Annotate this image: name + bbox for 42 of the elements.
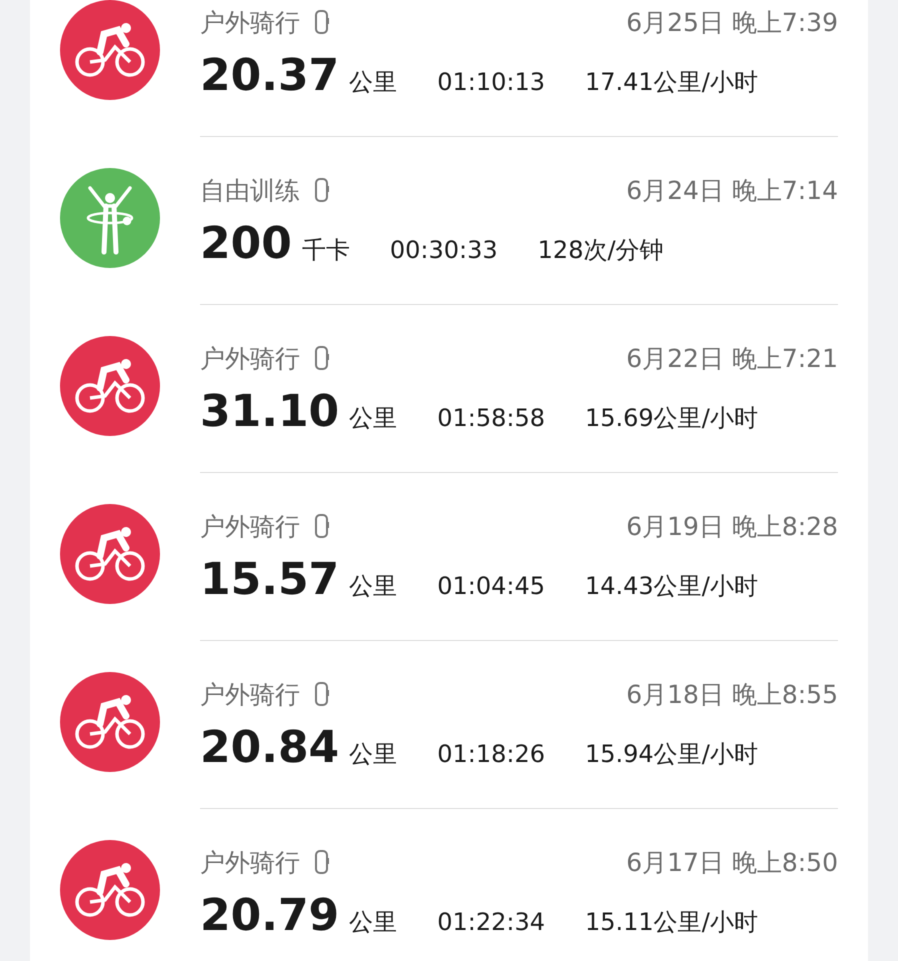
workout-type: 户外骑行 (200, 678, 300, 710)
workout-date: 6月25日 晚上7:39 (626, 6, 838, 38)
workout-type: 户外骑行 (200, 6, 300, 38)
workout-date: 6月24日 晚上7:14 (626, 174, 838, 206)
workout-type: 户外骑行 (200, 510, 300, 542)
workout-value: 200 (200, 218, 292, 269)
workout-duration: 01:22:34 (437, 908, 545, 936)
workout-date: 6月18日 晚上8:55 (626, 678, 838, 710)
workout-duration: 00:30:33 (390, 236, 498, 264)
workout-date: 6月17日 晚上8:50 (626, 846, 838, 878)
workout-rate: 15.69公里/小时 (584, 403, 758, 434)
workout-rate: 14.43公里/小时 (584, 571, 758, 602)
value-unit: 公里 (349, 739, 398, 770)
workout-value: 20.84 (200, 722, 340, 773)
watch-icon (314, 848, 330, 876)
workout-value: 31.10 (200, 386, 340, 437)
workout-rate: 15.94公里/小时 (584, 739, 758, 770)
watch-icon (314, 680, 330, 708)
watch-icon (314, 512, 330, 540)
watch-icon (314, 176, 330, 204)
workout-rate: 15.11公里/小时 (584, 907, 758, 938)
workout-value: 20.79 (200, 890, 340, 941)
workout-value: 20.37 (200, 50, 340, 101)
workout-duration: 01:18:26 (437, 740, 545, 768)
value-unit: 公里 (349, 67, 398, 98)
workout-type: 自由训练 (200, 174, 300, 206)
workout-date: 6月22日 晚上7:21 (626, 342, 838, 374)
workout-duration: 01:10:13 (437, 68, 545, 96)
workout-type: 户外骑行 (200, 342, 300, 374)
workout-duration: 01:04:45 (437, 572, 545, 600)
workout-duration: 01:58:58 (437, 404, 545, 432)
value-unit: 千卡 (302, 235, 350, 266)
workout-rate: 17.41公里/小时 (584, 67, 758, 98)
workout-date: 6月19日 晚上8:28 (626, 510, 838, 542)
value-unit: 公里 (349, 907, 398, 938)
watch-icon (314, 8, 330, 36)
workout-value: 15.57 (200, 554, 340, 605)
watch-icon (314, 344, 330, 372)
workout-rate: 128次/分钟 (538, 235, 664, 266)
value-unit: 公里 (349, 403, 398, 434)
workout-type: 户外骑行 (200, 846, 300, 878)
value-unit: 公里 (349, 571, 398, 602)
